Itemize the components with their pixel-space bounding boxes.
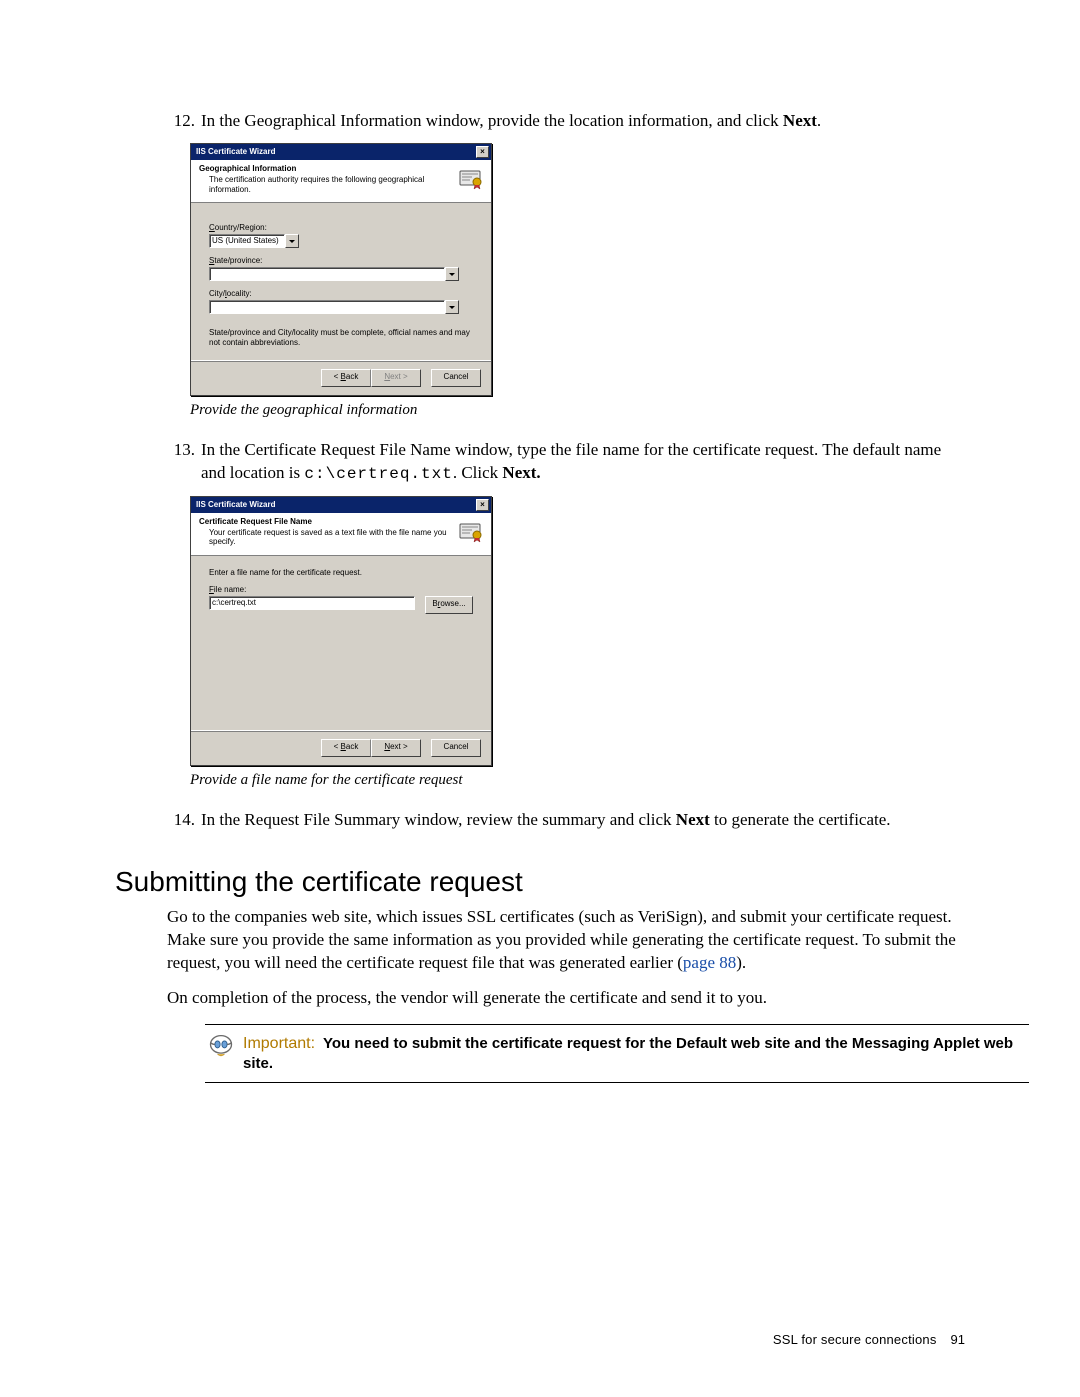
back-button[interactable]: < Back [321,739,371,757]
next-button[interactable]: Next > [371,369,421,387]
step-number: 12. [165,110,201,133]
figure-caption: Provide the geographical information [190,402,965,419]
figure-caption: Provide a file name for the certificate … [190,772,965,789]
certificate-icon [459,521,483,543]
step-text: In the Geographical Information window, … [201,110,965,133]
wizard-heading: Geographical Information [199,164,453,173]
important-text: You need to submit the certificate reque… [243,1035,1013,1073]
chevron-down-icon[interactable] [445,267,459,281]
step-number: 14. [165,809,201,832]
section-heading: Submitting the certificate request [115,866,965,898]
section-paragraph: Go to the companies web site, which issu… [167,906,965,975]
wizard-title: IIS Certificate Wizard [196,500,276,509]
certificate-icon [459,168,483,190]
wizard-note: State/province and City/locality must be… [209,328,473,348]
city-input[interactable] [209,300,459,314]
important-icon [207,1033,235,1061]
country-select[interactable]: US (United States) [209,234,299,248]
back-button[interactable]: < Back [321,369,371,387]
file-name-input[interactable]: c:\certreq.txt [209,596,415,610]
browse-button[interactable]: Browse... [425,596,473,614]
wizard-certificate-request-file-name: IIS Certificate Wizard × Certificate Req… [190,496,492,766]
close-icon[interactable]: × [476,146,489,158]
next-button[interactable]: Next > [371,739,421,757]
city-label: City/locality: [209,289,473,298]
section-paragraph: On completion of the process, the vendor… [167,987,965,1010]
wizard-title: IIS Certificate Wizard [196,147,276,156]
wizard-subheading: The certification authority requires the… [199,175,453,194]
cancel-button[interactable]: Cancel [431,369,481,387]
state-label: State/province: [209,256,473,265]
wizard-geographical-information: IIS Certificate Wizard × Geographical In… [190,143,492,396]
step-text: In the Certificate Request File Name win… [201,439,965,486]
important-label: Important: [243,1035,315,1052]
close-icon[interactable]: × [476,499,489,511]
wizard-subheading: Your certificate request is saved as a t… [199,528,453,547]
step-number: 13. [165,439,201,486]
page-link[interactable]: page 88 [683,953,736,972]
chevron-down-icon[interactable] [285,234,299,248]
country-label: Country/Region: [209,223,473,232]
important-note: Important: You need to submit the certif… [205,1024,1029,1084]
step-text: In the Request File Summary window, revi… [201,809,965,832]
state-input[interactable] [209,267,459,281]
cancel-button[interactable]: Cancel [431,739,481,757]
chevron-down-icon[interactable] [445,300,459,314]
file-name-label: File name: [209,585,473,594]
page-footer: SSL for secure connections91 [773,1332,965,1347]
wizard-heading: Certificate Request File Name [199,517,453,526]
wizard-instruction: Enter a file name for the certificate re… [209,568,473,577]
